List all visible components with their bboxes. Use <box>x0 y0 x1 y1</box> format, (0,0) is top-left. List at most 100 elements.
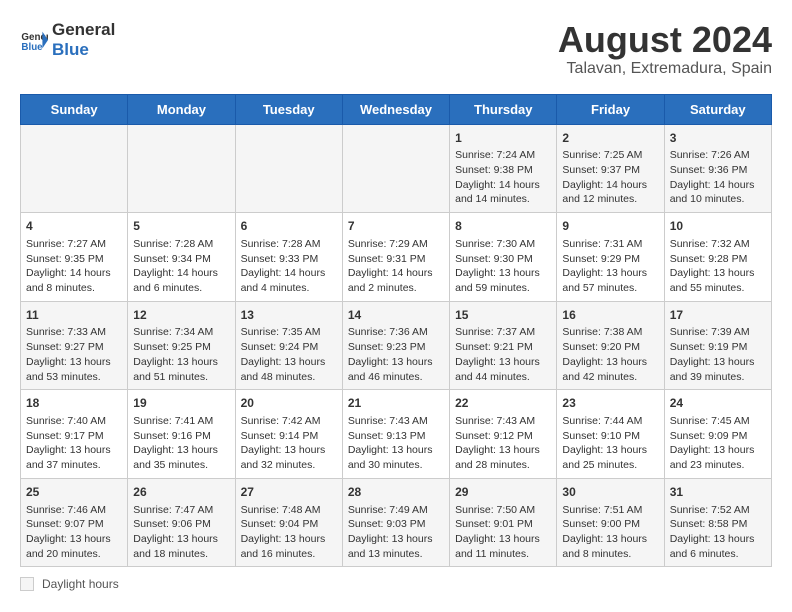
calendar-cell: 23 Sunrise: 7:44 AM Sunset: 9:10 PM Dayli… <box>557 390 664 479</box>
day-info: Sunrise: 7:45 AM Sunset: 9:09 PM Dayligh… <box>670 414 766 473</box>
calendar-cell <box>21 124 128 213</box>
calendar-cell: 25Sunrise: 7:46 AM Sunset: 9:07 PM Dayli… <box>21 478 128 567</box>
day-info: Sunrise: 7:51 AM Sunset: 9:00 PM Dayligh… <box>562 503 658 562</box>
calendar-cell: 19 Sunrise: 7:41 AM Sunset: 9:16 PM Dayli… <box>128 390 235 479</box>
day-number: 30 <box>562 484 658 501</box>
day-info: Sunrise: 7:43 AM Sunset: 9:12 PM Dayligh… <box>455 414 551 473</box>
calendar-week-1: 4 Sunrise: 7:27 AM Sunset: 9:35 PM Daylig… <box>21 213 772 302</box>
calendar-header: SundayMondayTuesdayWednesdayThursdayFrid… <box>21 94 772 124</box>
day-number: 11 <box>26 307 122 324</box>
day-number: 19 <box>133 395 229 412</box>
day-info: Sunrise: 7:28 AM Sunset: 9:33 PM Dayligh… <box>241 237 337 296</box>
logo-icon: General Blue <box>20 26 48 54</box>
day-number: 21 <box>348 395 444 412</box>
svg-text:Blue: Blue <box>21 42 43 53</box>
day-header-tuesday: Tuesday <box>235 94 342 124</box>
day-number: 7 <box>348 218 444 235</box>
calendar-cell: 30 Sunrise: 7:51 AM Sunset: 9:00 PM Dayli… <box>557 478 664 567</box>
calendar-table: SundayMondayTuesdayWednesdayThursdayFrid… <box>20 94 772 568</box>
day-number: 15 <box>455 307 551 324</box>
calendar-cell <box>235 124 342 213</box>
calendar-cell: 16Sunrise: 7:38 AM Sunset: 9:20 PM Dayli… <box>557 301 664 390</box>
day-number: 28 <box>348 484 444 501</box>
day-info: Sunrise: 7:31 AM Sunset: 9:29 PM Dayligh… <box>562 237 658 296</box>
calendar-cell: 13Sunrise: 7:35 AM Sunset: 9:24 PM Dayli… <box>235 301 342 390</box>
title-area: August 2024 Talavan, Extremadura, Spain <box>558 20 772 78</box>
calendar-cell: 6 Sunrise: 7:28 AM Sunset: 9:33 PM Daylig… <box>235 213 342 302</box>
day-info: Sunrise: 7:32 AM Sunset: 9:28 PM Dayligh… <box>670 237 766 296</box>
calendar-cell: 18 Sunrise: 7:40 AM Sunset: 9:17 PM Dayli… <box>21 390 128 479</box>
day-info: Sunrise: 7:36 AM Sunset: 9:23 PM Dayligh… <box>348 325 444 384</box>
day-info: Sunrise: 7:30 AM Sunset: 9:30 PM Dayligh… <box>455 237 551 296</box>
day-number: 25 <box>26 484 122 501</box>
day-number: 22 <box>455 395 551 412</box>
day-number: 26 <box>133 484 229 501</box>
calendar-cell <box>342 124 449 213</box>
logo: General Blue General Blue <box>20 20 115 60</box>
day-info: Sunrise: 7:39 AM Sunset: 9:19 PM Dayligh… <box>670 325 766 384</box>
calendar-cell: 9 Sunrise: 7:31 AM Sunset: 9:29 PM Daylig… <box>557 213 664 302</box>
day-number: 8 <box>455 218 551 235</box>
day-info: Sunrise: 7:42 AM Sunset: 9:14 PM Dayligh… <box>241 414 337 473</box>
day-number: 23 <box>562 395 658 412</box>
main-title: August 2024 <box>558 20 772 60</box>
calendar-cell: 17Sunrise: 7:39 AM Sunset: 9:19 PM Dayli… <box>664 301 771 390</box>
day-number: 2 <box>562 130 658 147</box>
days-header-row: SundayMondayTuesdayWednesdayThursdayFrid… <box>21 94 772 124</box>
calendar-cell: 27Sunrise: 7:48 AM Sunset: 9:04 PM Dayli… <box>235 478 342 567</box>
day-number: 5 <box>133 218 229 235</box>
header: General Blue General Blue August 2024 Ta… <box>20 20 772 78</box>
calendar-cell: 24 Sunrise: 7:45 AM Sunset: 9:09 PM Dayli… <box>664 390 771 479</box>
day-info: Sunrise: 7:43 AM Sunset: 9:13 PM Dayligh… <box>348 414 444 473</box>
day-number: 4 <box>26 218 122 235</box>
calendar-week-3: 18 Sunrise: 7:40 AM Sunset: 9:17 PM Dayli… <box>21 390 772 479</box>
day-info: Sunrise: 7:28 AM Sunset: 9:34 PM Dayligh… <box>133 237 229 296</box>
daylight-box <box>20 577 34 591</box>
calendar-cell: 15Sunrise: 7:37 AM Sunset: 9:21 PM Dayli… <box>450 301 557 390</box>
daylight-label: Daylight hours <box>42 577 119 591</box>
day-info: Sunrise: 7:41 AM Sunset: 9:16 PM Dayligh… <box>133 414 229 473</box>
day-number: 24 <box>670 395 766 412</box>
day-info: Sunrise: 7:33 AM Sunset: 9:27 PM Dayligh… <box>26 325 122 384</box>
day-info: Sunrise: 7:27 AM Sunset: 9:35 PM Dayligh… <box>26 237 122 296</box>
calendar-week-4: 25Sunrise: 7:46 AM Sunset: 9:07 PM Dayli… <box>21 478 772 567</box>
calendar-cell <box>128 124 235 213</box>
day-info: Sunrise: 7:25 AM Sunset: 9:37 PM Dayligh… <box>562 148 658 207</box>
calendar-week-0: 1Sunrise: 7:24 AM Sunset: 9:38 PM Daylig… <box>21 124 772 213</box>
calendar-cell: 8 Sunrise: 7:30 AM Sunset: 9:30 PM Daylig… <box>450 213 557 302</box>
calendar-cell: 31Sunrise: 7:52 AM Sunset: 8:58 PM Dayli… <box>664 478 771 567</box>
day-number: 13 <box>241 307 337 324</box>
day-number: 10 <box>670 218 766 235</box>
calendar-cell: 26 Sunrise: 7:47 AM Sunset: 9:06 PM Dayli… <box>128 478 235 567</box>
day-info: Sunrise: 7:37 AM Sunset: 9:21 PM Dayligh… <box>455 325 551 384</box>
day-info: Sunrise: 7:50 AM Sunset: 9:01 PM Dayligh… <box>455 503 551 562</box>
day-info: Sunrise: 7:24 AM Sunset: 9:38 PM Dayligh… <box>455 148 551 207</box>
day-info: Sunrise: 7:35 AM Sunset: 9:24 PM Dayligh… <box>241 325 337 384</box>
calendar-cell: 7 Sunrise: 7:29 AM Sunset: 9:31 PM Daylig… <box>342 213 449 302</box>
logo-general-text: General <box>52 20 115 40</box>
day-info: Sunrise: 7:44 AM Sunset: 9:10 PM Dayligh… <box>562 414 658 473</box>
day-number: 29 <box>455 484 551 501</box>
day-info: Sunrise: 7:40 AM Sunset: 9:17 PM Dayligh… <box>26 414 122 473</box>
calendar-cell: 5 Sunrise: 7:28 AM Sunset: 9:34 PM Daylig… <box>128 213 235 302</box>
day-number: 14 <box>348 307 444 324</box>
day-info: Sunrise: 7:26 AM Sunset: 9:36 PM Dayligh… <box>670 148 766 207</box>
calendar-cell: 29 Sunrise: 7:50 AM Sunset: 9:01 PM Dayli… <box>450 478 557 567</box>
day-header-wednesday: Wednesday <box>342 94 449 124</box>
day-number: 16 <box>562 307 658 324</box>
subtitle: Talavan, Extremadura, Spain <box>558 60 772 78</box>
day-number: 6 <box>241 218 337 235</box>
calendar-week-2: 11Sunrise: 7:33 AM Sunset: 9:27 PM Dayli… <box>21 301 772 390</box>
day-number: 1 <box>455 130 551 147</box>
day-info: Sunrise: 7:47 AM Sunset: 9:06 PM Dayligh… <box>133 503 229 562</box>
day-number: 12 <box>133 307 229 324</box>
day-header-thursday: Thursday <box>450 94 557 124</box>
calendar-cell: 3Sunrise: 7:26 AM Sunset: 9:36 PM Daylig… <box>664 124 771 213</box>
day-number: 18 <box>26 395 122 412</box>
calendar-cell: 14Sunrise: 7:36 AM Sunset: 9:23 PM Dayli… <box>342 301 449 390</box>
day-info: Sunrise: 7:48 AM Sunset: 9:04 PM Dayligh… <box>241 503 337 562</box>
calendar-cell: 4 Sunrise: 7:27 AM Sunset: 9:35 PM Daylig… <box>21 213 128 302</box>
calendar-cell: 1Sunrise: 7:24 AM Sunset: 9:38 PM Daylig… <box>450 124 557 213</box>
day-number: 9 <box>562 218 658 235</box>
day-info: Sunrise: 7:29 AM Sunset: 9:31 PM Dayligh… <box>348 237 444 296</box>
